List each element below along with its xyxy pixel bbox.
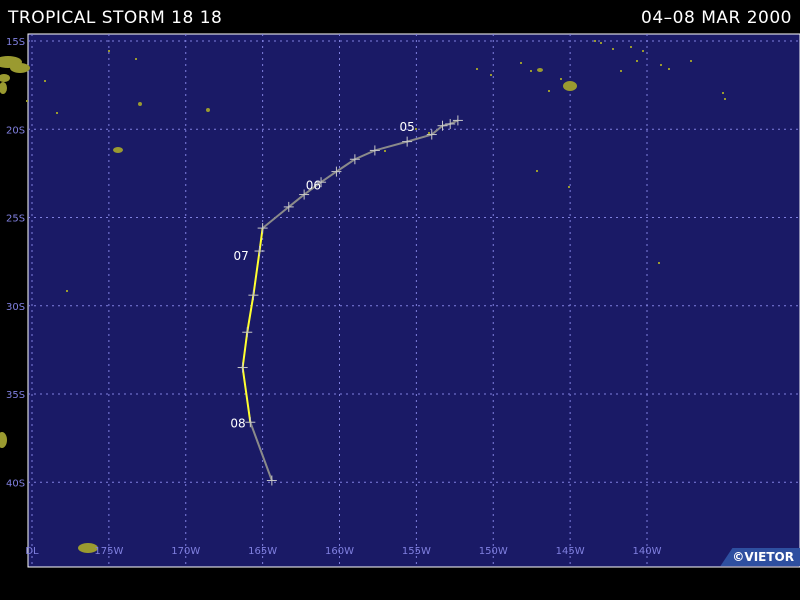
- islet: [530, 70, 532, 72]
- islet: [630, 46, 632, 48]
- islet: [520, 62, 522, 64]
- island: [113, 147, 123, 153]
- islet: [384, 150, 386, 152]
- storm-track-map: 15S 20S 25S 30S 35S 40S DL 175W 170W 165W 160W 155W…: [0, 33, 800, 568]
- islet: [108, 50, 110, 52]
- lon-label: 175W: [94, 546, 123, 557]
- islet: [56, 112, 58, 114]
- island: [206, 108, 210, 112]
- islet: [636, 60, 638, 62]
- lon-label: 165W: [248, 546, 277, 557]
- island: [563, 81, 577, 91]
- islet: [135, 58, 137, 60]
- lat-label: 30S: [6, 302, 25, 313]
- lat-label: 35S: [6, 390, 25, 401]
- islet: [490, 74, 492, 76]
- date-range: 04–08 MAR 2000: [641, 8, 792, 28]
- islet: [724, 98, 726, 100]
- islet: [612, 48, 614, 50]
- island: [537, 68, 543, 72]
- lon-label: 170W: [171, 546, 200, 557]
- islet: [428, 132, 430, 134]
- island: [10, 63, 30, 73]
- islet: [642, 50, 644, 52]
- islet: [690, 60, 692, 62]
- island: [0, 74, 10, 82]
- day-label: 06: [306, 178, 321, 192]
- lon-label: 150W: [479, 546, 508, 557]
- lon-label: DL: [25, 546, 39, 557]
- lon-label: 160W: [325, 546, 354, 557]
- lon-label: 155W: [402, 546, 431, 557]
- day-label: 07: [233, 249, 248, 263]
- islet: [44, 80, 46, 82]
- day-label: 05: [400, 120, 415, 134]
- island: [138, 102, 142, 106]
- islet: [722, 92, 724, 94]
- islet: [66, 290, 68, 292]
- islet: [415, 128, 417, 130]
- lat-label: 20S: [6, 125, 25, 136]
- island: [0, 432, 7, 448]
- islet: [26, 100, 28, 102]
- island: [0, 82, 7, 94]
- lon-label: 140W: [633, 546, 662, 557]
- islet: [560, 78, 562, 80]
- islet: [620, 70, 622, 72]
- islet: [600, 42, 602, 44]
- day-label: 08: [230, 417, 245, 431]
- lon-label: 145W: [556, 546, 585, 557]
- islet: [568, 186, 570, 188]
- islet: [476, 68, 478, 70]
- lat-label: 40S: [6, 478, 25, 489]
- islet: [668, 68, 670, 70]
- vietor-credit: ©VIETOR: [720, 548, 800, 566]
- lat-label: 15S: [6, 37, 25, 48]
- islet: [658, 262, 660, 264]
- islet: [660, 64, 662, 66]
- ocean-background: [27, 33, 800, 568]
- islet: [536, 170, 538, 172]
- islet: [594, 40, 596, 42]
- storm-title: TROPICAL STORM 18 18: [8, 8, 223, 28]
- islet: [548, 90, 550, 92]
- lat-label: 25S: [6, 214, 25, 225]
